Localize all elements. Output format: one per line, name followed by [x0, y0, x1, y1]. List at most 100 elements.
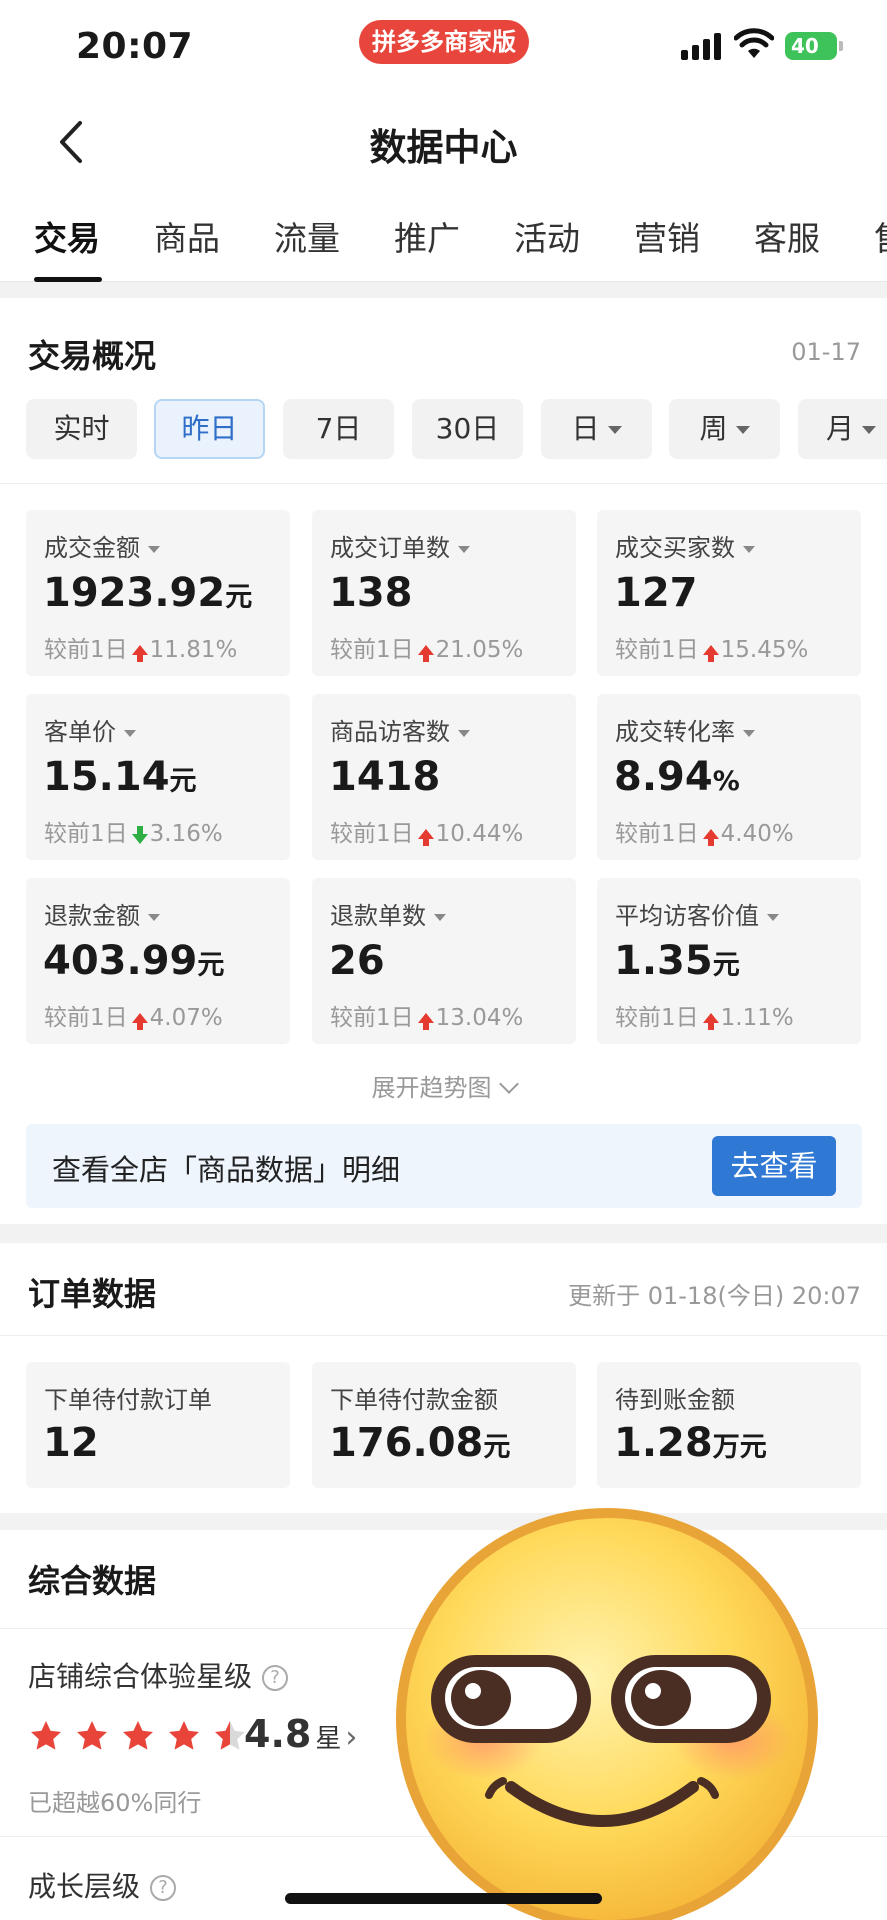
rating-value[interactable]: 4.8 星 ›: [244, 1712, 357, 1756]
metric-label[interactable]: 平均访客价值: [615, 896, 779, 931]
metric-value: 8.94%: [614, 754, 740, 800]
metric-number: 8.94: [614, 754, 713, 800]
metric-label[interactable]: 成交订单数: [330, 528, 470, 563]
compare-change: 10.44%: [435, 821, 524, 847]
caret-down-icon: [124, 729, 136, 737]
metric-compare: 较前1日 3.16%: [44, 814, 223, 848]
caret-down-icon: [458, 545, 470, 553]
order-metric-unit: 万元: [712, 1432, 767, 1463]
page-title: 数据中心: [369, 126, 518, 169]
metric-label-text: 退款单数: [330, 902, 426, 930]
metric-card[interactable]: 成交买家数 127 较前1日 15.45%: [597, 510, 861, 676]
app-badge[interactable]: 拼多多商家版: [359, 20, 529, 64]
compare-change: 11.81%: [149, 637, 238, 663]
metric-number: 127: [614, 570, 698, 616]
order-metric-label: 下单待付款订单: [44, 1386, 212, 1414]
tab-traffic[interactable]: 流量: [274, 212, 340, 260]
metric-card[interactable]: 成交订单数 138 较前1日 21.05%: [312, 510, 576, 676]
tab-promotion[interactable]: 推广: [394, 212, 460, 260]
metric-compare: 较前1日 15.45%: [615, 630, 808, 664]
tab-after-sales[interactable]: 售: [874, 212, 887, 260]
metric-value: 138: [329, 570, 413, 616]
metric-card[interactable]: 商品访客数 1418 较前1日 10.44%: [312, 694, 576, 860]
help-icon[interactable]: ?: [262, 1665, 289, 1691]
metric-card[interactable]: 成交金额 1923.92元 较前1日 11.81%: [26, 510, 290, 676]
metric-number: 26: [329, 938, 385, 984]
order-metric-number: 1.28: [614, 1420, 713, 1466]
metric-label[interactable]: 成交金额: [44, 528, 160, 563]
growth-level-label[interactable]: 成长层级?: [28, 1865, 177, 1905]
help-icon[interactable]: ?: [150, 1875, 177, 1901]
metric-label[interactable]: 成交转化率: [615, 712, 755, 747]
star-rating: [28, 1718, 248, 1754]
metric-value: 15.14元: [43, 754, 197, 800]
period-30d[interactable]: 30日: [412, 399, 523, 459]
metric-unit: 元: [225, 582, 253, 613]
metric-value: 403.99元: [43, 938, 224, 984]
period-month-select[interactable]: 月: [798, 399, 887, 459]
compare-change: 4.07%: [149, 1005, 223, 1031]
metric-label[interactable]: 成交买家数: [615, 528, 755, 563]
order-metric-value: 1.28万元: [614, 1420, 767, 1466]
wifi-icon: [734, 28, 774, 58]
metric-label[interactable]: 客单价: [44, 712, 136, 747]
view-button[interactable]: 去查看: [712, 1136, 836, 1196]
metric-compare: 较前1日 11.81%: [44, 630, 237, 664]
period-realtime[interactable]: 实时: [26, 399, 137, 459]
section-title: 订单数据: [28, 1275, 157, 1313]
expand-trend-button[interactable]: 展开趋势图: [0, 1068, 887, 1103]
expand-trend-label: 展开趋势图: [371, 1074, 492, 1102]
tab-goods[interactable]: 商品: [154, 212, 220, 260]
metric-card[interactable]: 退款金额 403.99元 较前1日 4.07%: [26, 878, 290, 1044]
order-metric-card[interactable]: 待到账金额 1.28万元: [597, 1362, 861, 1488]
home-indicator: [285, 1893, 602, 1904]
compare-label: 较前1日: [44, 821, 128, 847]
metric-card[interactable]: 成交转化率 8.94% 较前1日 4.40%: [597, 694, 861, 860]
period-yesterday[interactable]: 昨日: [154, 399, 265, 459]
smirk-emoji-sticker: [396, 1508, 818, 1920]
metric-compare: 较前1日 1.11%: [615, 998, 794, 1032]
surpass-peers-text: 已超越60%同行: [28, 1789, 202, 1817]
caret-down-icon: [434, 913, 446, 921]
experience-rating-label[interactable]: 店铺综合体验星级?: [28, 1655, 289, 1695]
metric-label[interactable]: 退款单数: [330, 896, 446, 931]
caret-down-icon: [458, 729, 470, 737]
period-week-select[interactable]: 周: [669, 399, 780, 459]
metric-number: 403.99: [43, 938, 198, 984]
star-icon: [77, 1721, 107, 1750]
compare-change: 3.16%: [149, 821, 223, 847]
up-arrow-icon: [417, 1013, 434, 1030]
tab-marketing[interactable]: 营销: [634, 212, 700, 260]
caret-down-icon: [148, 545, 160, 553]
period-7d[interactable]: 7日: [283, 399, 394, 459]
metric-label[interactable]: 退款金额: [44, 896, 160, 931]
metric-card[interactable]: 客单价 15.14元较前1日 3.16%: [26, 694, 290, 860]
order-metric-card[interactable]: 下单待付款订单 12: [26, 1362, 290, 1488]
down-arrow-icon: [131, 826, 148, 844]
cellular-signal-icon: [681, 30, 721, 60]
chevron-right-icon: ›: [345, 1720, 358, 1755]
metric-label-text: 成交订单数: [330, 534, 450, 562]
compare-label: 较前1日: [330, 821, 414, 847]
metric-card[interactable]: 退款单数 26 较前1日 13.04%: [312, 878, 576, 1044]
metric-card[interactable]: 平均访客价值 1.35元 较前1日 1.11%: [597, 878, 861, 1044]
up-arrow-icon: [702, 645, 719, 662]
period-month-label: 月: [826, 412, 855, 445]
tab-customer-service[interactable]: 客服: [754, 212, 820, 260]
metric-number: 15.14: [43, 754, 170, 800]
caret-down-icon: [767, 913, 779, 921]
compare-change: 15.45%: [720, 637, 809, 663]
metric-label[interactable]: 商品访客数: [330, 712, 470, 747]
metric-value: 1418: [329, 754, 440, 800]
goods-data-banner: 查看全店「商品数据」明细 去查看: [26, 1124, 862, 1208]
order-metric-number: 176.08: [329, 1420, 484, 1466]
up-arrow-icon: [417, 829, 434, 846]
order-metric-number: 12: [43, 1420, 99, 1466]
tab-trade[interactable]: 交易: [34, 212, 100, 260]
tab-activity[interactable]: 活动: [514, 212, 580, 260]
section-title: 综合数据: [28, 1562, 157, 1600]
up-arrow-icon: [131, 1013, 148, 1030]
compare-change: 4.40%: [720, 821, 794, 847]
order-metric-card[interactable]: 下单待付款金额 176.08元: [312, 1362, 576, 1488]
period-day-select[interactable]: 日: [541, 399, 652, 459]
